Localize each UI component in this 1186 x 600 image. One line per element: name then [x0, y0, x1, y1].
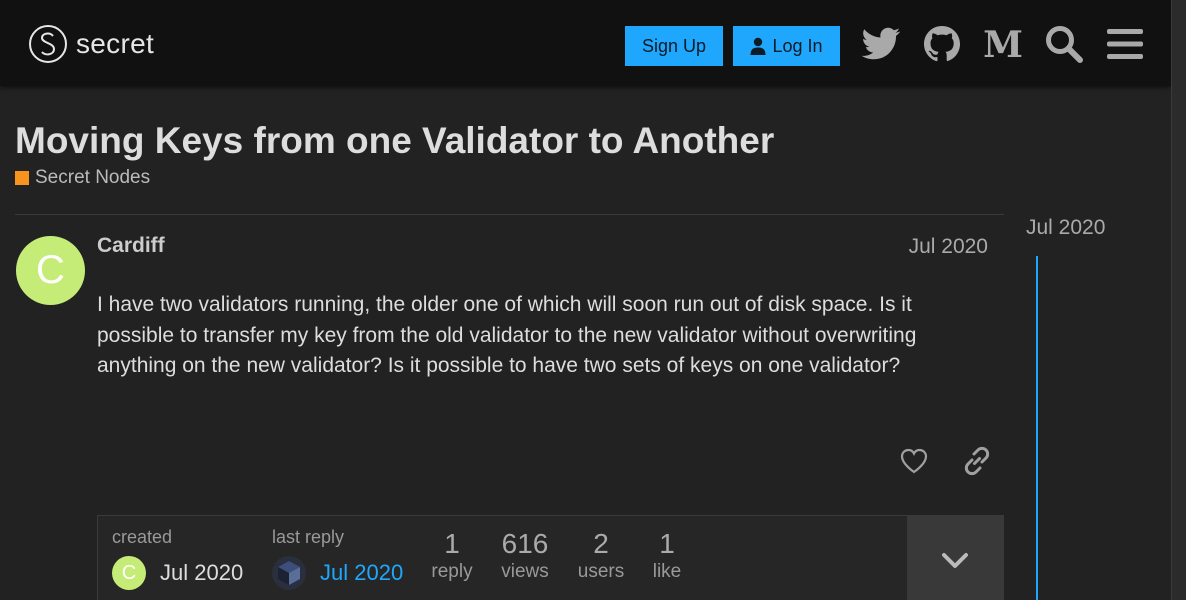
avatar-letter: C — [36, 248, 65, 292]
logo-text: secret — [76, 28, 155, 59]
post-username[interactable]: Cardiff — [97, 234, 165, 258]
site-logo[interactable]: secret — [29, 24, 154, 64]
last-reply-label: last reply — [272, 527, 345, 547]
created-avatar-letter: C — [121, 561, 137, 584]
avatar[interactable]: C — [16, 236, 85, 305]
search-icon[interactable] — [1043, 23, 1085, 65]
stat-replies-label: reply — [431, 561, 473, 582]
stat-likes: 1 like — [642, 528, 692, 584]
share-link-button[interactable] — [959, 443, 995, 479]
stat-replies-number: 1 — [444, 528, 460, 559]
stat-likes-number: 1 — [659, 528, 675, 559]
page-scrollbar[interactable] — [1171, 0, 1186, 600]
stat-views-label: views — [501, 561, 549, 582]
link-icon — [964, 446, 990, 476]
user-icon — [750, 37, 766, 55]
stat-replies: 1 reply — [422, 528, 482, 584]
expand-topic-map-button[interactable] — [907, 516, 1003, 600]
medium-icon[interactable]: M — [982, 23, 1024, 65]
post-date[interactable]: Jul 2020 — [909, 235, 988, 259]
stat-views-number: 616 — [501, 528, 549, 559]
timeline-scroll-line[interactable] — [1036, 256, 1038, 600]
timeline-date[interactable]: Jul 2020 — [1026, 216, 1105, 240]
stat-users[interactable]: 2 users — [570, 528, 632, 584]
chevron-down-icon — [942, 553, 968, 568]
like-button[interactable] — [896, 443, 932, 479]
post-body: I have two validators running, the older… — [97, 293, 917, 377]
stat-users-label: users — [577, 561, 625, 582]
topic-map: created C Jul 2020 last reply Jul 2020 1… — [97, 515, 1004, 600]
secret-logo-icon — [29, 25, 67, 63]
last-reply-avatar[interactable] — [272, 556, 306, 590]
category-name: Secret Nodes — [35, 167, 151, 188]
created-date: Jul 2020 — [160, 560, 244, 585]
last-reply-date[interactable]: Jul 2020 — [320, 560, 403, 586]
site-header: secret Sign Up Log In M — [0, 0, 1171, 86]
heart-icon — [900, 448, 928, 474]
log-in-button[interactable]: Log In — [733, 26, 840, 66]
topic-divider — [15, 214, 1004, 215]
stat-views: 616 views — [491, 528, 559, 584]
twitter-icon[interactable] — [860, 23, 902, 65]
category-badge[interactable]: Secret Nodes — [15, 167, 150, 189]
hamburger-menu-icon[interactable] — [1104, 23, 1146, 65]
sign-up-button[interactable]: Sign Up — [625, 26, 723, 66]
log-in-label: Log In — [772, 35, 823, 56]
created-label: created — [112, 527, 173, 547]
category-color-square — [15, 171, 29, 185]
topic-title[interactable]: Moving Keys from one Validator to Anothe… — [15, 120, 774, 162]
sign-up-label: Sign Up — [641, 35, 707, 56]
stat-likes-label: like — [652, 561, 682, 582]
stat-users-number: 2 — [593, 528, 609, 559]
svg-text:M: M — [983, 28, 1023, 60]
github-icon[interactable] — [921, 23, 963, 65]
cube-avatar-icon — [278, 561, 300, 585]
created-avatar[interactable]: C — [112, 556, 146, 590]
